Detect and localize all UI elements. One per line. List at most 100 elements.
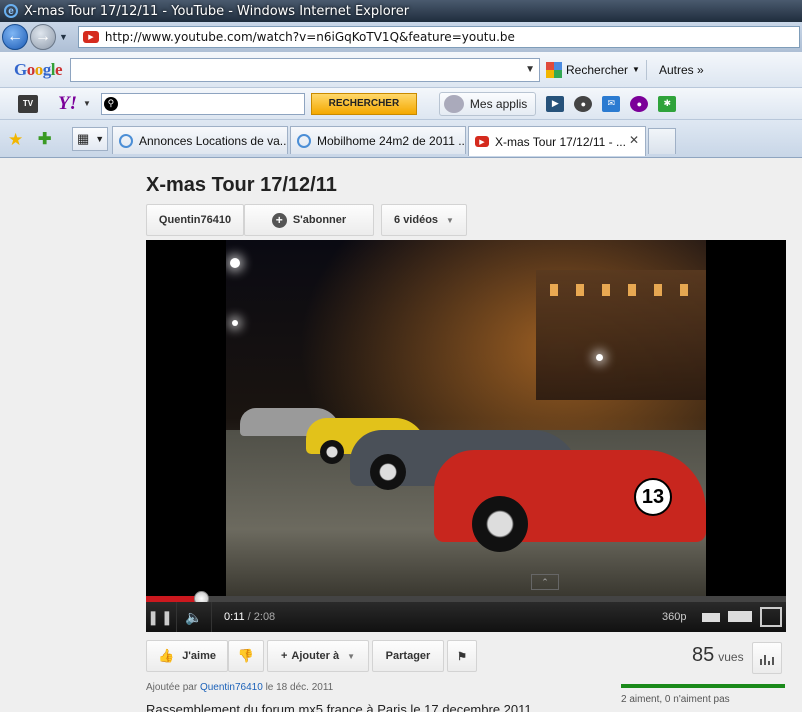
google-rechercher-button[interactable]: Rechercher ▼	[546, 61, 640, 78]
youtube-page: X-mas Tour 17/12/11 Quentin76410 + S'abo…	[0, 158, 802, 712]
mes-applis-button[interactable]: Mes applis	[438, 91, 537, 116]
youtube-favicon-icon: ▶	[475, 136, 489, 147]
mail-icon[interactable]: ✉	[602, 95, 621, 112]
add-favorites-icon[interactable]: ✚	[38, 129, 51, 149]
channel-button[interactable]: Quentin76410	[146, 204, 244, 236]
url-field[interactable]: ▶ http://www.youtube.com/watch?v=n6iGqKo…	[77, 26, 800, 48]
ie-page-icon	[119, 133, 133, 148]
channel-row: Quentin76410 + S'abonner 6 vidéos ▼	[146, 204, 467, 236]
stats-bar-icon	[760, 659, 762, 665]
race-number: 13	[634, 478, 672, 516]
subscribe-label: S'abonner	[292, 214, 347, 226]
expand-caret-icon[interactable]: ⌃	[531, 574, 559, 590]
window-title-bar: e X-mas Tour 17/12/11 - YouTube - Window…	[0, 0, 802, 22]
google-toolbar: Google ▼ Rechercher ▼ Autres »	[0, 52, 802, 88]
stats-bar-icon	[772, 657, 774, 665]
dislike-button[interactable]: 👎	[228, 640, 264, 672]
subscribe-button[interactable]: + S'abonner	[244, 204, 374, 236]
url-text: http://www.youtube.com/watch?v=n6iGqKoTV…	[104, 30, 515, 44]
stats-bar-icon	[764, 655, 766, 665]
search-dropdown-icon[interactable]: ▼	[525, 64, 535, 75]
record-icon[interactable]: ●	[574, 95, 593, 112]
large-player-icon[interactable]	[728, 611, 752, 622]
toolbar-divider	[645, 59, 647, 80]
close-tab-icon[interactable]: ✕	[629, 133, 639, 147]
share-button[interactable]: Partager	[372, 640, 444, 672]
favorites-star-icon[interactable]: ★	[8, 130, 23, 150]
video-description: Rassemblement du forum mx5 france à Pari…	[146, 702, 532, 712]
car-wheel	[472, 496, 528, 552]
view-count: 85 vues	[692, 644, 744, 667]
videos-count-label: 6 vidéos	[394, 214, 439, 226]
mes-applis-label: Mes applis	[469, 96, 528, 111]
add-to-label: Ajouter à	[291, 650, 340, 662]
added-date: le 18 déc. 2011	[265, 682, 334, 693]
video-player[interactable]: 13 ⌃ ❚❚ 🔈 0:11 / 2:08 360p	[146, 240, 786, 632]
apps-star-icon[interactable]: ✱	[658, 95, 677, 112]
street-lamp	[230, 258, 240, 268]
chevron-down-icon: ▼	[95, 134, 105, 144]
autres-label: Autres »	[658, 62, 704, 77]
tab-bar: ★ ✚ ▦ ▼ Annonces Locations de va... Mobi…	[0, 120, 802, 158]
views-label: vues	[718, 650, 744, 664]
new-tab-button[interactable]	[648, 128, 676, 154]
yahoo-toolbar: TV Y! ▼ ⚲ RECHERCHER Mes applis ▶ ● ✉ ● …	[0, 88, 802, 120]
video-frame[interactable]: 13 ⌃	[226, 240, 706, 596]
google-search-input[interactable]: ▼	[70, 57, 541, 82]
current-time: 0:11	[224, 611, 245, 623]
google-search-icon	[546, 61, 563, 78]
building-scene	[536, 270, 706, 400]
grid-icon: ▦	[77, 131, 90, 146]
video-title: X-mas Tour 17/12/11	[146, 174, 337, 196]
quick-tabs-button[interactable]: ▦ ▼	[72, 127, 108, 151]
tab-mobilhome[interactable]: Mobilhome 24m2 de 2011 ...	[290, 126, 466, 154]
tab-label: X-mas Tour 17/12/11 - ...	[495, 134, 626, 149]
chevron-down-icon: ▼	[347, 651, 356, 661]
google-rechercher-label: Rechercher	[566, 62, 629, 77]
flag-button[interactable]: ⚑	[447, 640, 477, 672]
back-button[interactable]: ←	[2, 24, 28, 50]
ie-page-icon	[297, 133, 311, 148]
add-to-button[interactable]: + Ajouter à ▼	[267, 640, 369, 672]
like-ratio-bar	[621, 684, 785, 688]
yahoo-dropdown-icon[interactable]: ▼	[83, 99, 91, 108]
forward-button[interactable]: →	[30, 24, 56, 50]
duration: / 2:08	[247, 611, 276, 623]
media-play-icon[interactable]: ▶	[546, 95, 565, 112]
chevron-down-icon: ▼	[632, 65, 640, 74]
history-dropdown-icon[interactable]: ▼	[59, 32, 68, 42]
like-button[interactable]: 👍 J'aime	[146, 640, 228, 672]
quality-button[interactable]: 360p	[662, 611, 686, 623]
tab-annonces[interactable]: Annonces Locations de va...	[112, 126, 288, 154]
fullscreen-icon[interactable]	[760, 607, 782, 627]
yahoo-rechercher-button[interactable]: RECHERCHER	[310, 92, 417, 115]
player-controls: ❚❚ 🔈 0:11 / 2:08 360p	[146, 602, 786, 632]
google-logo[interactable]: Google	[14, 60, 63, 80]
uploader-link[interactable]: Quentin76410	[200, 682, 263, 693]
tab-label: Mobilhome 24m2 de 2011 ...	[317, 133, 466, 148]
like-label: J'aime	[182, 650, 216, 662]
tab-label: Annonces Locations de va...	[139, 133, 288, 148]
stats-button[interactable]	[752, 642, 782, 674]
tab-youtube-active[interactable]: ▶ X-mas Tour 17/12/11 - ... ✕	[468, 126, 646, 156]
views-number: 85	[692, 644, 715, 666]
apps-avatar-icon	[443, 94, 464, 113]
tv-icon[interactable]: TV	[18, 94, 38, 113]
yahoo-search-input[interactable]: ⚲	[100, 92, 305, 115]
street-lamp	[232, 320, 238, 326]
thumbs-up-icon: 👍	[158, 648, 175, 663]
volume-button[interactable]: 🔈	[176, 602, 212, 632]
internet-explorer-icon: e	[4, 4, 18, 18]
search-icon: ⚲	[103, 96, 118, 111]
videos-dropdown-button[interactable]: 6 vidéos ▼	[381, 204, 467, 236]
autres-button[interactable]: Autres »	[659, 63, 704, 77]
messenger-icon[interactable]: ●	[630, 95, 649, 112]
added-by: Ajoutée par Quentin76410 le 18 déc. 2011	[146, 682, 333, 693]
thumbs-down-icon: 👎	[237, 648, 255, 663]
window-title: X-mas Tour 17/12/11 - YouTube - Windows …	[24, 3, 410, 19]
small-player-icon[interactable]	[702, 613, 720, 622]
car-wheel	[370, 454, 406, 490]
yahoo-logo[interactable]: Y!	[58, 93, 77, 115]
flag-icon: ⚑	[457, 650, 467, 663]
pause-button[interactable]: ❚❚	[146, 602, 176, 632]
